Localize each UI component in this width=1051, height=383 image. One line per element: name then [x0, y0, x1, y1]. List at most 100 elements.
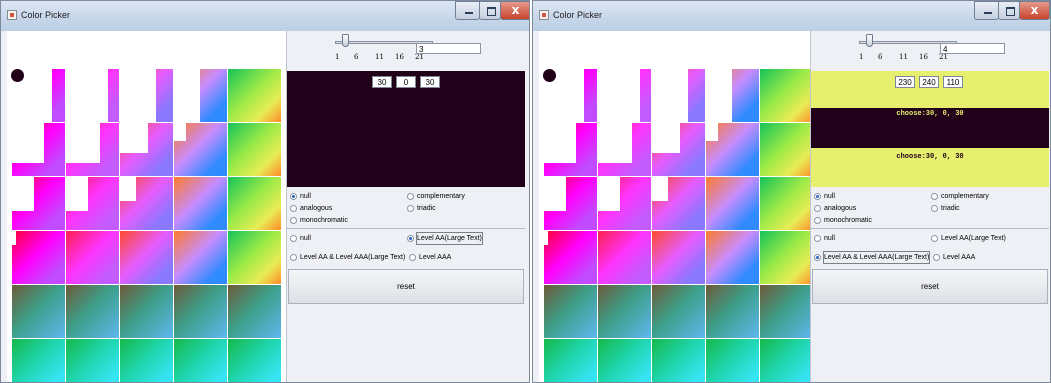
color-tile[interactable]	[706, 339, 759, 382]
color-tile[interactable]	[174, 285, 227, 338]
maximize-button[interactable]	[998, 1, 1020, 20]
java-app-icon	[7, 10, 17, 20]
canvas-mask	[598, 177, 620, 211]
title-bar[interactable]: Color Picker x	[533, 1, 1050, 31]
color-tile[interactable]	[544, 231, 597, 284]
choose-text-on-dark: choose:30, 0, 30	[896, 110, 964, 118]
color-tile[interactable]	[760, 231, 813, 284]
color-tile[interactable]	[228, 123, 281, 176]
tick-label: 16	[919, 53, 928, 61]
color-tile[interactable]	[12, 285, 65, 338]
canvas-mask	[66, 177, 88, 211]
color-tile[interactable]	[228, 285, 281, 338]
canvas-mask	[120, 123, 148, 153]
canvas-mask	[706, 69, 732, 123]
canvas-mask	[544, 123, 576, 163]
color-tile[interactable]	[120, 339, 173, 382]
color-tile[interactable]	[228, 231, 281, 284]
color-tile[interactable]	[174, 177, 227, 230]
reset-button[interactable]: reset	[812, 269, 1048, 304]
color-preview: 230 240 110 choose:30, 0, 30 choose:30, …	[811, 71, 1049, 187]
canvas-mask	[706, 123, 718, 141]
radio-indicator	[814, 235, 821, 242]
color-tile[interactable]	[598, 231, 651, 284]
canvas-mask	[66, 123, 100, 163]
green-field[interactable]: 240	[919, 76, 939, 88]
color-tile[interactable]	[12, 339, 65, 382]
minimize-button[interactable]	[974, 1, 999, 20]
color-tile[interactable]	[706, 177, 759, 230]
color-picker-window-1: Color Picker x 1 6 11 16 21 3 30 0 30 nu…	[0, 0, 530, 383]
color-tile[interactable]	[598, 285, 651, 338]
color-tile[interactable]	[652, 231, 705, 284]
control-panel: 1 6 11 16 21 4 230 240 110 choose:30, 0,…	[810, 31, 1049, 382]
maximize-button[interactable]	[479, 1, 501, 20]
color-tile[interactable]	[120, 285, 173, 338]
color-grid-canvas[interactable]	[7, 31, 284, 382]
close-button[interactable]: x	[1019, 1, 1050, 20]
reset-button[interactable]: reset	[288, 269, 524, 304]
window-title: Color Picker	[553, 10, 603, 20]
java-app-icon	[539, 10, 549, 20]
slider-tick-labels: 1 6 11 16 21	[855, 53, 965, 63]
canvas-mask	[120, 177, 136, 201]
color-tile[interactable]	[652, 339, 705, 382]
radio-indicator	[409, 254, 416, 261]
blue-field[interactable]: 30	[420, 76, 440, 88]
canvas-mask	[652, 69, 688, 123]
color-tile[interactable]	[12, 231, 65, 284]
tick-label: 16	[395, 53, 404, 61]
radio-indicator	[290, 217, 297, 224]
color-tile[interactable]	[652, 285, 705, 338]
color-tile[interactable]	[760, 339, 813, 382]
color-tile[interactable]	[66, 285, 119, 338]
client-area: 1 6 11 16 21 4 230 240 110 choose:30, 0,…	[539, 31, 1049, 382]
chosen-color-dot	[543, 69, 556, 82]
radio-indicator	[290, 235, 297, 242]
color-tile[interactable]	[66, 231, 119, 284]
red-field[interactable]: 30	[372, 76, 392, 88]
color-tile[interactable]	[120, 231, 173, 284]
color-tile[interactable]	[760, 69, 813, 122]
client-area: 1 6 11 16 21 3 30 0 30 null complementar…	[7, 31, 525, 382]
slider-thumb[interactable]	[866, 34, 873, 47]
tick-label: 1	[335, 53, 340, 61]
radio-indicator	[933, 254, 940, 261]
radio-indicator	[407, 235, 414, 242]
chosen-color-dot	[11, 69, 24, 82]
tick-label: 11	[375, 53, 384, 61]
radio-indicator	[931, 205, 938, 212]
color-tile[interactable]	[706, 285, 759, 338]
canvas-mask	[652, 177, 668, 201]
color-tile[interactable]	[760, 177, 813, 230]
red-field[interactable]: 230	[895, 76, 915, 88]
slider-tick-labels: 1 6 11 16 21	[331, 53, 441, 63]
color-tile[interactable]	[544, 339, 597, 382]
color-tile[interactable]	[760, 285, 813, 338]
slider-thumb[interactable]	[342, 34, 349, 47]
color-tile[interactable]	[174, 339, 227, 382]
close-button[interactable]: x	[500, 1, 529, 20]
color-grid-canvas[interactable]	[539, 31, 813, 382]
blue-field[interactable]: 110	[943, 76, 963, 88]
choose-text-on-light: choose:30, 0, 30	[896, 153, 964, 161]
color-tile[interactable]	[544, 285, 597, 338]
color-tile[interactable]	[706, 231, 759, 284]
radio-indicator	[931, 193, 938, 200]
color-tile[interactable]	[228, 69, 281, 122]
minimize-button[interactable]	[455, 1, 480, 20]
title-bar[interactable]: Color Picker x	[1, 1, 529, 31]
color-tile[interactable]	[760, 123, 813, 176]
color-tile[interactable]	[228, 177, 281, 230]
color-tile[interactable]	[66, 339, 119, 382]
color-tile[interactable]	[228, 339, 281, 382]
radio-indicator	[407, 205, 414, 212]
tick-label: 6	[878, 53, 883, 61]
slider-value-field[interactable]: 3	[416, 43, 481, 54]
slider-value-field[interactable]: 4	[940, 43, 1005, 54]
color-tile[interactable]	[598, 339, 651, 382]
canvas-mask	[120, 69, 156, 123]
green-field[interactable]: 0	[396, 76, 416, 88]
color-tile[interactable]	[174, 231, 227, 284]
tick-label: 11	[899, 53, 908, 61]
